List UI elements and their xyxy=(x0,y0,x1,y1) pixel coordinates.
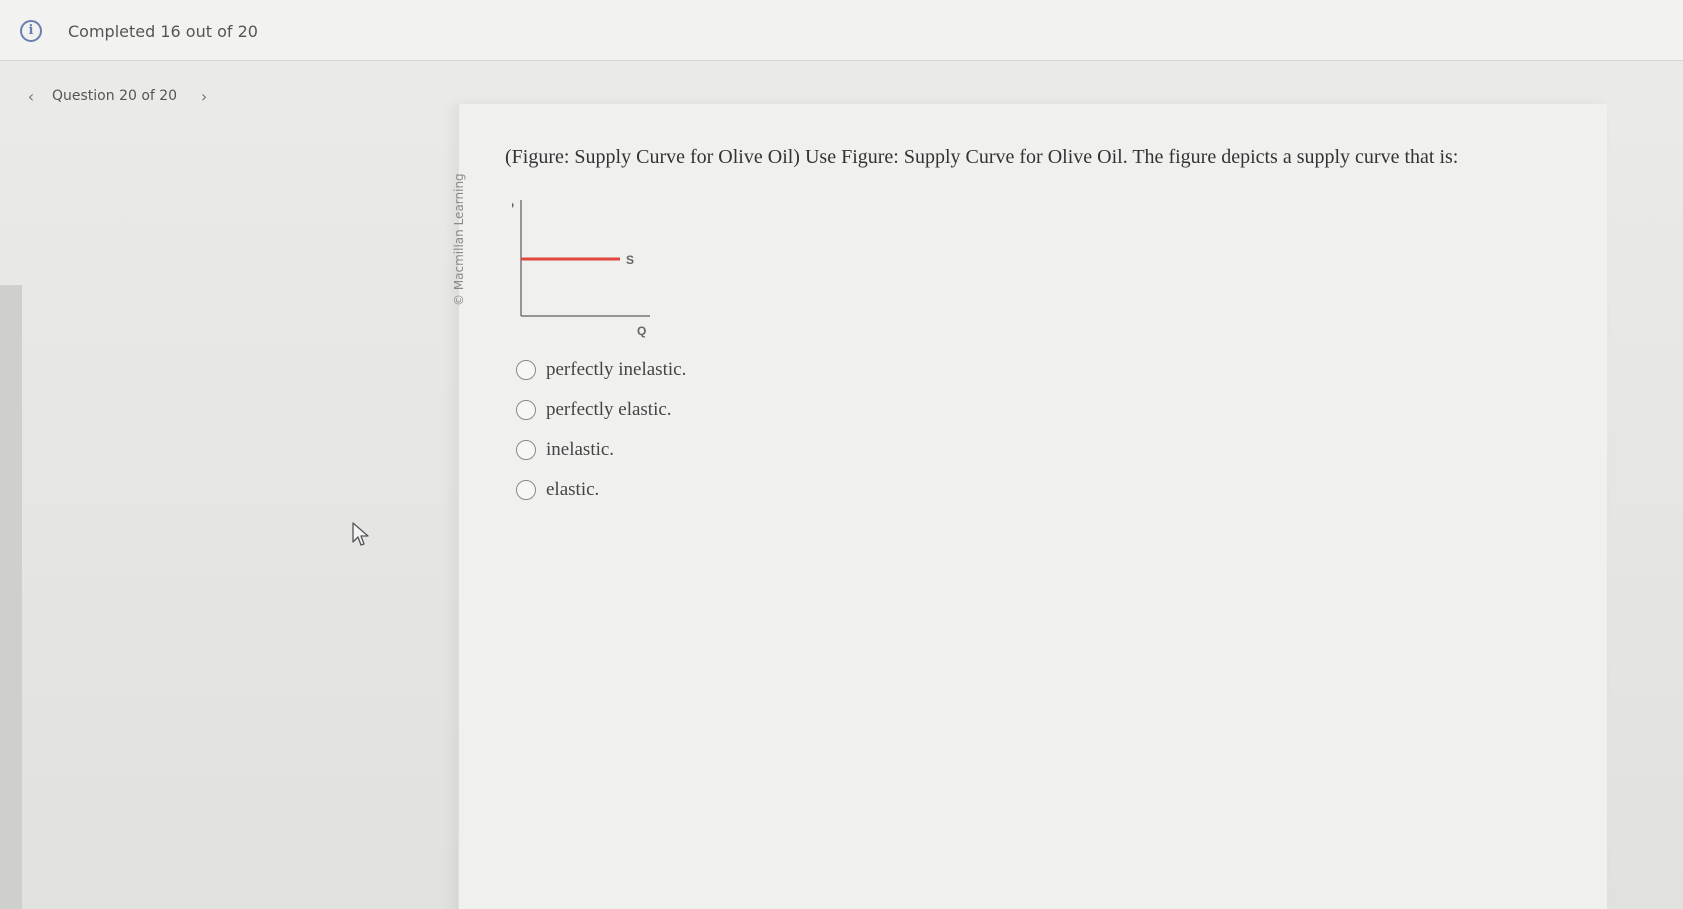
status-bar: i Completed 16 out of 20 xyxy=(0,0,1683,61)
option-perfectly-elastic[interactable]: perfectly elastic. xyxy=(516,390,686,430)
page: i Completed 16 out of 20 ‹ Question 20 o… xyxy=(0,0,1683,909)
radio-button[interactable] xyxy=(516,360,536,380)
question-counter: Question 20 of 20 xyxy=(52,88,178,104)
copyright-credit: © Macmillan Learning xyxy=(452,173,466,306)
x-axis-label: Q xyxy=(637,324,646,338)
radio-button[interactable] xyxy=(516,480,536,500)
option-elastic[interactable]: elastic. xyxy=(516,470,686,510)
radio-button[interactable] xyxy=(516,400,536,420)
option-inelastic[interactable]: inelastic. xyxy=(516,430,686,470)
info-icon[interactable]: i xyxy=(20,20,42,42)
mouse-pointer-icon xyxy=(352,522,369,546)
progress-text: Completed 16 out of 20 xyxy=(68,22,258,41)
chevron-right-icon[interactable]: › xyxy=(195,87,213,106)
question-text: (Figure: Supply Curve for Olive Oil) Use… xyxy=(505,146,1459,168)
option-label: perfectly inelastic. xyxy=(546,359,687,380)
supply-curve-figure: P S Q xyxy=(512,200,650,338)
option-label: perfectly elastic. xyxy=(546,399,672,420)
supply-curve-label: S xyxy=(626,253,634,267)
option-perfectly-inelastic[interactable]: perfectly inelastic. xyxy=(516,350,686,390)
radio-button[interactable] xyxy=(516,440,536,460)
option-label: inelastic. xyxy=(546,439,615,460)
option-label: elastic. xyxy=(546,479,600,500)
answer-options: perfectly inelastic. perfectly elastic. … xyxy=(516,350,686,510)
left-scroll-strip xyxy=(0,285,22,909)
y-axis-label: P xyxy=(512,200,514,214)
chevron-left-icon[interactable]: ‹ xyxy=(22,87,40,106)
question-nav: ‹ Question 20 of 20 › xyxy=(22,84,213,108)
